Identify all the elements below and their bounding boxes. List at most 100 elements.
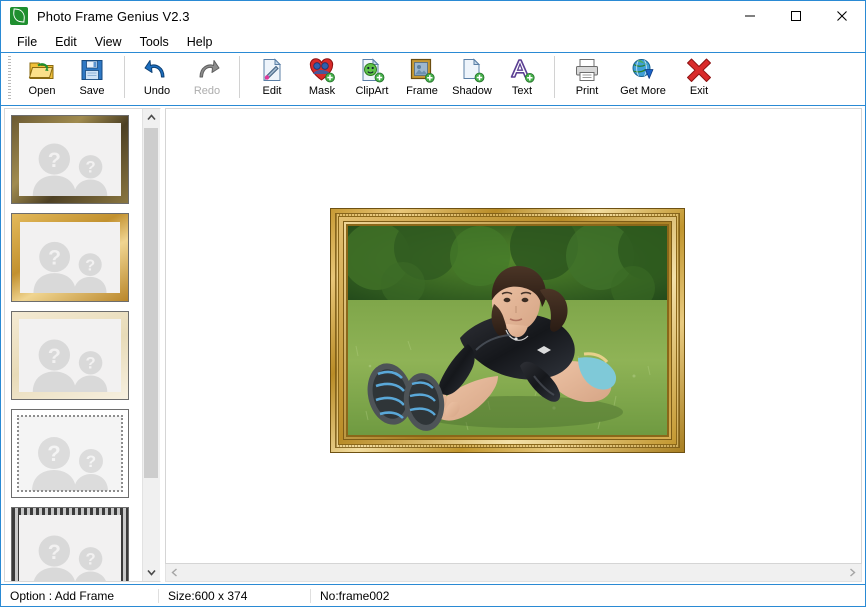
toolbar-separator: [554, 56, 555, 98]
canvas-area: [165, 108, 862, 582]
two-person-question-placeholder: ? ?: [19, 515, 121, 581]
toolbar-separator: [239, 56, 240, 98]
framed-photo[interactable]: [331, 209, 684, 452]
frame-sidebar: ? ? ? ? ? ? ? ? ? ?: [4, 108, 161, 582]
two-person-question-placeholder: ? ?: [19, 319, 121, 392]
mask-button[interactable]: Mask: [297, 53, 347, 103]
hscrollbar-track[interactable]: [183, 565, 844, 580]
red-x-icon: [685, 56, 713, 84]
get-more-label: Get More: [620, 85, 666, 97]
thumbnail-preview: ? ?: [18, 416, 122, 491]
two-person-question-placeholder: ? ?: [20, 222, 120, 293]
frame-thumbnail-5[interactable]: ? ?: [11, 507, 129, 581]
edit-label: Edit: [262, 85, 282, 97]
svg-text:?: ?: [48, 540, 61, 564]
clipart-button[interactable]: ClipArt: [347, 53, 397, 103]
thumbnail-preview: ? ?: [20, 222, 120, 293]
menu-item-view[interactable]: View: [86, 34, 131, 50]
status-size: Size:600 x 374: [159, 588, 311, 603]
menu-item-file[interactable]: File: [8, 34, 46, 50]
application-window: Photo Frame Genius V2.3 File Edit View T…: [0, 0, 866, 607]
exit-label: Exit: [689, 85, 709, 97]
svg-text:?: ?: [48, 148, 61, 172]
scrollbar-track[interactable]: [143, 126, 160, 564]
window-controls: [727, 1, 865, 31]
printer-icon: [573, 56, 601, 84]
close-button[interactable]: [819, 1, 865, 31]
heart-mask-icon: [308, 56, 336, 84]
save-button[interactable]: Save: [67, 53, 117, 103]
text-button[interactable]: Text: [497, 53, 547, 103]
exit-button[interactable]: Exit: [674, 53, 724, 103]
two-person-question-placeholder: ? ?: [19, 123, 121, 196]
redo-button[interactable]: Redo: [182, 53, 232, 103]
open-label: Open: [28, 85, 56, 97]
work-area: ? ? ? ? ? ? ? ? ? ?: [1, 106, 865, 584]
window-title: Photo Frame Genius V2.3: [37, 8, 190, 24]
chevron-up-icon[interactable]: [143, 109, 160, 126]
menu-bar: File Edit View Tools Help: [1, 31, 865, 53]
undo-label: Undo: [143, 85, 171, 97]
svg-text:?: ?: [48, 344, 61, 368]
svg-text:?: ?: [47, 441, 60, 466]
two-person-question-placeholder: ? ?: [18, 416, 122, 491]
text-label: Text: [511, 85, 533, 97]
print-label: Print: [575, 85, 599, 97]
thumbnail-preview: ? ?: [19, 319, 121, 392]
redo-arrow-icon: [193, 56, 221, 84]
svg-text:?: ?: [48, 247, 61, 270]
toolbar-grip[interactable]: [8, 56, 11, 100]
edit-pen-icon: [258, 56, 286, 84]
save-label: Save: [79, 85, 105, 97]
picture-frame-icon: [408, 56, 436, 84]
redo-label: Redo: [193, 85, 221, 97]
ornate-gold-frame[interactable]: [331, 209, 684, 452]
status-option: Option : Add Frame: [1, 588, 159, 603]
frame-thumbnail-list[interactable]: ? ? ? ? ? ? ? ? ? ?: [5, 109, 142, 581]
canvas-horizontal-scrollbar[interactable]: [165, 564, 862, 582]
undo-arrow-icon: [143, 56, 171, 84]
chevron-left-icon[interactable]: [166, 565, 183, 580]
status-number: No:frame002: [320, 588, 390, 603]
floppy-disk-icon: [78, 56, 106, 84]
mask-label: Mask: [308, 85, 336, 97]
shadow-label: Shadow: [452, 85, 492, 97]
sidebar-scrollbar[interactable]: [142, 109, 160, 581]
menu-item-edit[interactable]: Edit: [46, 34, 86, 50]
toolbar-separator: [124, 56, 125, 98]
text-a-icon: [508, 56, 536, 84]
svg-text:?: ?: [86, 452, 96, 471]
svg-text:?: ?: [85, 256, 95, 274]
chevron-right-icon[interactable]: [844, 565, 861, 580]
menu-item-tools[interactable]: Tools: [131, 34, 178, 50]
open-folder-icon: [28, 56, 56, 84]
clipart-label: ClipArt: [355, 85, 389, 97]
svg-text:?: ?: [86, 550, 96, 569]
chevron-down-icon[interactable]: [143, 564, 160, 581]
toolbar: Open Save Undo Redo Edit Mask ClipArt Fr…: [1, 53, 865, 106]
leaf-icon: [10, 7, 28, 25]
title-bar: Photo Frame Genius V2.3: [1, 1, 865, 31]
thumbnail-preview: ? ?: [19, 123, 121, 196]
edit-button[interactable]: Edit: [247, 53, 297, 103]
frame-thumbnail-2[interactable]: ? ?: [11, 213, 129, 302]
open-button[interactable]: Open: [17, 53, 67, 103]
minimize-button[interactable]: [727, 1, 773, 31]
scrollbar-thumb[interactable]: [144, 128, 158, 479]
svg-text:?: ?: [86, 158, 96, 177]
shadow-page-icon: [458, 56, 486, 84]
undo-button[interactable]: Undo: [132, 53, 182, 103]
shadow-button[interactable]: Shadow: [447, 53, 497, 103]
frame-thumbnail-1[interactable]: ? ?: [11, 115, 129, 204]
frame-thumbnail-4[interactable]: ? ?: [11, 409, 129, 498]
svg-text:?: ?: [86, 354, 96, 373]
maximize-button[interactable]: [773, 1, 819, 31]
get-more-button[interactable]: Get More: [612, 53, 674, 103]
globe-download-icon: [629, 56, 657, 84]
clipart-smiley-icon: [358, 56, 386, 84]
frame-button[interactable]: Frame: [397, 53, 447, 103]
print-button[interactable]: Print: [562, 53, 612, 103]
photo-canvas[interactable]: [165, 108, 862, 564]
frame-thumbnail-3[interactable]: ? ?: [11, 311, 129, 400]
menu-item-help[interactable]: Help: [178, 34, 222, 50]
